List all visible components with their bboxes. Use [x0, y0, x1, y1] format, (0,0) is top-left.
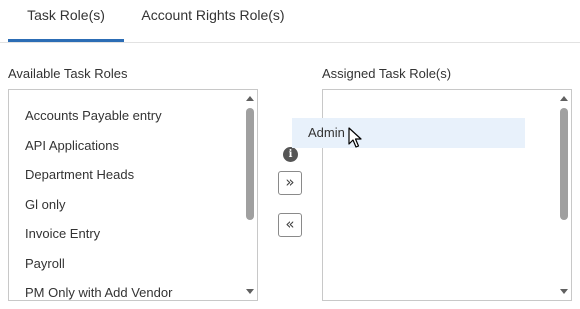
dragged-role-item[interactable]: Admin — [292, 118, 525, 148]
available-task-roles-list[interactable]: Accounts Payable entry API Applications … — [8, 89, 258, 301]
available-list-scrollbar[interactable] — [243, 90, 257, 300]
list-item[interactable]: Invoice Entry — [25, 226, 100, 242]
available-task-roles-title: Available Task Roles — [8, 66, 128, 81]
list-item[interactable]: Department Heads — [25, 167, 134, 183]
list-item[interactable]: Accounts Payable entry — [25, 108, 162, 124]
scroll-down-arrow-icon[interactable] — [246, 289, 254, 294]
scroll-up-arrow-icon[interactable] — [246, 96, 254, 101]
role-tabs: Task Role(s) Account Rights Role(s) — [0, 0, 580, 43]
dragged-role-label: Admin — [308, 125, 345, 140]
scroll-up-arrow-icon[interactable] — [560, 96, 568, 101]
scroll-down-arrow-icon[interactable] — [560, 289, 568, 294]
scrollbar-thumb[interactable] — [560, 108, 568, 220]
list-item[interactable]: API Applications — [25, 138, 119, 154]
info-icon[interactable]: i — [283, 147, 298, 162]
tab-task-roles[interactable]: Task Role(s) — [8, 0, 124, 42]
active-tab-indicator — [8, 39, 124, 42]
assigned-task-roles-title: Assigned Task Role(s) — [322, 66, 452, 81]
tab-account-rights-roles[interactable]: Account Rights Role(s) — [124, 0, 302, 42]
remove-role-button[interactable]: « — [278, 213, 302, 237]
assigned-list-scrollbar[interactable] — [557, 90, 571, 300]
list-item[interactable]: Payroll — [25, 256, 65, 272]
scrollbar-thumb[interactable] — [246, 108, 254, 220]
add-role-button[interactable]: » — [278, 171, 302, 195]
list-item[interactable]: Gl only — [25, 197, 65, 213]
list-item[interactable]: PM Only with Add Vendor — [25, 285, 172, 300]
mouse-pointer-icon — [348, 127, 362, 148]
